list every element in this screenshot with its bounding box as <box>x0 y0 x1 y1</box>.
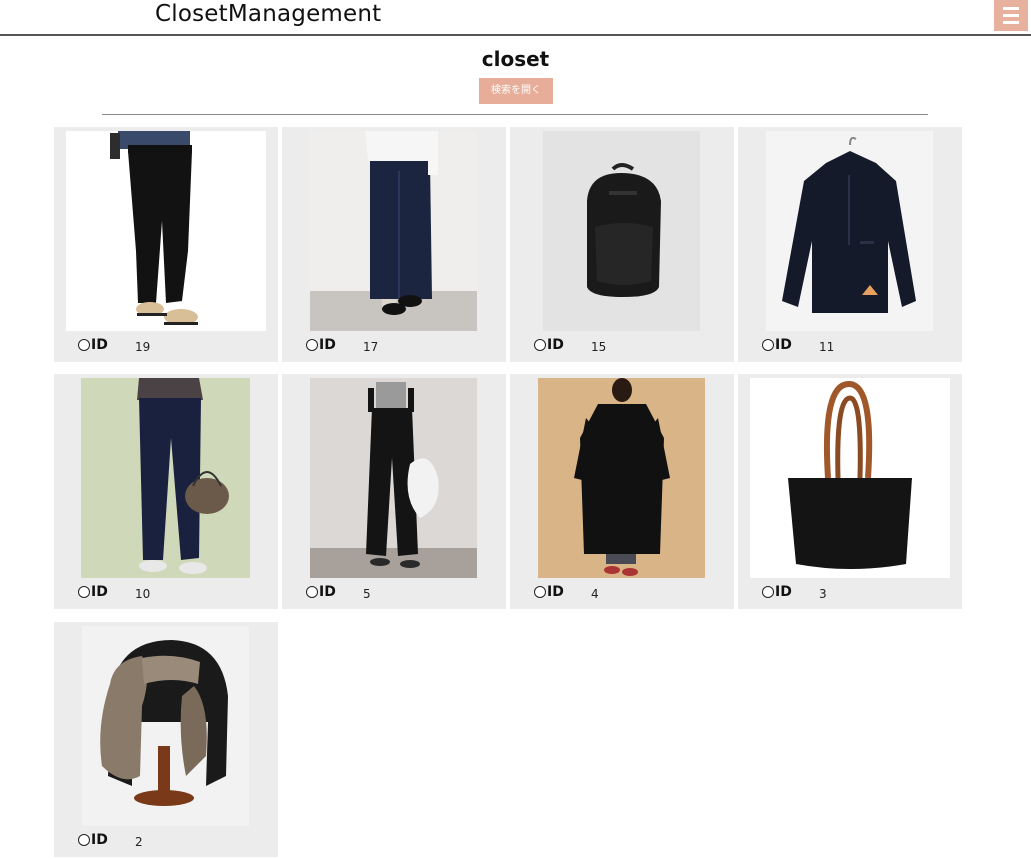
black-pants-photo[interactable] <box>66 131 266 331</box>
id-label: ID <box>91 337 108 353</box>
id-value: 3 <box>819 587 827 601</box>
fur-trapper-hat-photo[interactable] <box>82 626 249 826</box>
id-value: 10 <box>135 587 151 601</box>
item-card[interactable]: ID 5 <box>282 374 506 609</box>
black-overalls-photo[interactable] <box>310 378 477 578</box>
page-title: closet <box>481 47 550 71</box>
id-value: 19 <box>135 340 151 354</box>
item-select-radio[interactable] <box>78 834 90 846</box>
header-bar: ClosetManagement <box>0 0 1031 36</box>
black-tote-bag-photo[interactable] <box>750 378 950 578</box>
item-select-radio[interactable] <box>762 339 774 351</box>
denim-jeans-photo[interactable] <box>81 378 250 578</box>
denim-skirt-photo[interactable] <box>310 131 477 331</box>
id-value: 2 <box>135 835 143 849</box>
item-select-radio[interactable] <box>78 586 90 598</box>
id-label: ID <box>775 337 792 353</box>
item-select-radio[interactable] <box>534 586 546 598</box>
item-select-radio[interactable] <box>306 339 318 351</box>
id-label: ID <box>91 584 108 600</box>
id-value: 4 <box>591 587 599 601</box>
id-value: 15 <box>591 340 607 354</box>
black-anorak-photo[interactable] <box>766 131 933 331</box>
black-trench-coat-photo[interactable] <box>538 378 705 578</box>
item-card[interactable]: ID 19 <box>54 127 278 362</box>
item-select-radio[interactable] <box>306 586 318 598</box>
item-card[interactable]: ID 3 <box>738 374 962 609</box>
id-label: ID <box>319 584 336 600</box>
id-label: ID <box>547 337 564 353</box>
item-select-radio[interactable] <box>762 586 774 598</box>
item-card[interactable]: ID 17 <box>282 127 506 362</box>
brand-title[interactable]: ClosetManagement <box>155 0 381 28</box>
item-card[interactable]: ID 11 <box>738 127 962 362</box>
hamburger-menu-icon[interactable] <box>994 0 1028 31</box>
item-card[interactable]: ID 4 <box>510 374 734 609</box>
black-backpack-photo[interactable] <box>543 131 700 331</box>
id-value: 11 <box>819 340 835 354</box>
item-card[interactable]: ID 15 <box>510 127 734 362</box>
id-label: ID <box>319 337 336 353</box>
item-card[interactable]: ID 10 <box>54 374 278 609</box>
open-search-button[interactable]: 検索を開く <box>479 78 553 104</box>
item-select-radio[interactable] <box>534 339 546 351</box>
id-label: ID <box>775 584 792 600</box>
item-select-radio[interactable] <box>78 339 90 351</box>
id-label: ID <box>547 584 564 600</box>
id-label: ID <box>91 832 108 848</box>
divider <box>102 114 928 115</box>
item-card[interactable]: ID 2 <box>54 622 278 857</box>
id-value: 17 <box>363 340 379 354</box>
id-value: 5 <box>363 587 371 601</box>
